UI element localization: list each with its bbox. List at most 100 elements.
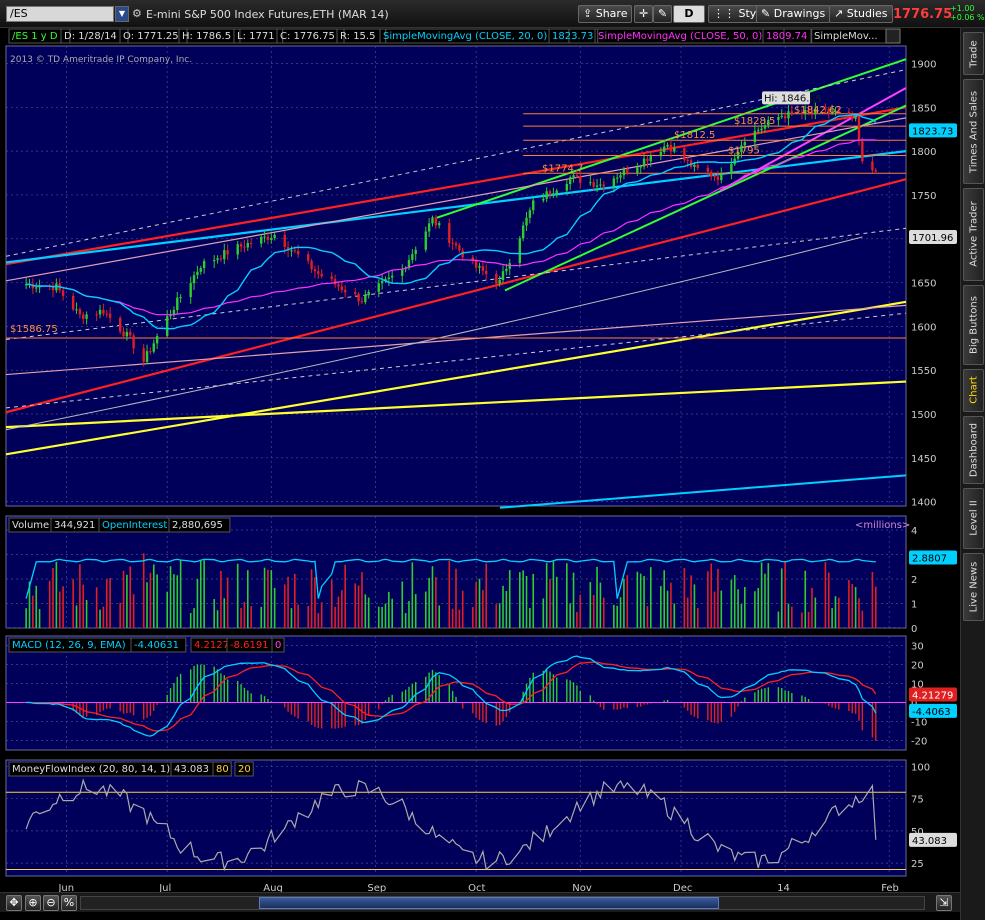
y-tick-label: 1 <box>911 600 917 611</box>
candle-body <box>710 171 713 177</box>
candle-body <box>343 290 347 293</box>
candle-body <box>552 193 555 195</box>
tab-live-news[interactable]: Live News <box>963 553 984 621</box>
header-text: SimpleMovingAvg (CLOSE, 20, 0) <box>383 31 547 42</box>
drag-icon[interactable]: ✥ <box>6 895 22 911</box>
candle-body <box>498 280 501 284</box>
candle-body <box>757 130 760 132</box>
gear-icon[interactable]: ⚙ <box>132 7 144 21</box>
tab-times-and-sales[interactable]: Times And Sales <box>963 79 984 184</box>
candle-body <box>213 259 216 262</box>
candle-body <box>753 130 757 143</box>
candle-body <box>414 249 417 255</box>
candle-body <box>145 351 149 362</box>
panel-background <box>5 45 907 507</box>
candle-body <box>333 278 337 285</box>
y-tick-label: 0 <box>911 624 917 635</box>
candle-body <box>696 164 699 168</box>
candle-body <box>387 277 391 280</box>
candle-body <box>431 217 434 224</box>
candle-body <box>243 246 246 248</box>
candle-body <box>216 258 219 260</box>
candle-body <box>542 198 545 201</box>
y-tick-label: 2 <box>911 575 917 586</box>
toolbar: /ES ▼ ⚙ E-mini S&P 500 Index Futures,ETH… <box>0 0 985 28</box>
symbol-dropdown-icon[interactable]: ▼ <box>115 6 129 22</box>
candle-body <box>390 275 394 278</box>
candle-body <box>642 158 646 167</box>
studies-label: Studies <box>846 7 888 20</box>
percent-icon[interactable]: % <box>61 895 77 911</box>
candle-body <box>568 177 572 185</box>
zoom-in-icon[interactable]: ⊕ <box>25 895 41 911</box>
time-scrollbar[interactable] <box>80 896 925 910</box>
header-text: OpenInterest <box>102 520 167 531</box>
header-text: MACD (12, 26, 9, EMA) <box>12 640 126 651</box>
period-button[interactable]: D <box>673 5 705 23</box>
symbol-input[interactable]: /ES <box>6 6 114 22</box>
candle-body <box>364 295 367 303</box>
tab-big-buttons[interactable]: Big Buttons <box>963 284 984 365</box>
candle-body <box>152 343 155 352</box>
tab-label: Dashboard <box>968 422 979 477</box>
right-tab-rail: Trade Times And Sales Active Trader Big But… <box>960 28 985 920</box>
x-tick-label: Jun <box>57 883 74 892</box>
macd-avg-badge: 4.21279 <box>912 691 953 702</box>
tab-dashboard[interactable]: Dashboard <box>963 415 984 484</box>
maximize-icon <box>885 28 901 44</box>
chart-svg[interactable]: Jun Jul Aug Sep Oct Nov Dec 14 Feb19001850180017… <box>0 28 960 894</box>
scrollbar-thumb[interactable] <box>259 897 719 909</box>
pencil-icon[interactable]: ✎ <box>653 5 673 23</box>
tab-level-ii[interactable]: Level II <box>963 487 984 550</box>
candle-body <box>545 191 548 199</box>
candle-body <box>780 115 783 118</box>
candle-body <box>340 286 344 291</box>
candle-body <box>354 292 357 294</box>
expand-icon[interactable]: ⇲ <box>936 895 952 911</box>
zoom-out-icon[interactable]: ⊖ <box>43 895 59 911</box>
sma200-badge: 1701.96 <box>912 233 953 244</box>
candle-body <box>202 261 206 269</box>
header-text: C: 1776.75 <box>280 31 335 42</box>
y-tick-label: 1500 <box>911 410 936 421</box>
candle-body <box>485 270 488 275</box>
macd-value-badge: -4.4063 <box>912 707 951 718</box>
y-tick-label: 1550 <box>911 366 936 377</box>
candle-body <box>595 185 599 187</box>
candle-body <box>263 236 266 238</box>
tab-active-trader[interactable]: Active Trader <box>963 188 984 281</box>
candle-body <box>307 254 310 261</box>
level-label: $1842.62 <box>794 105 842 116</box>
tab-chart[interactable]: Chart <box>963 368 984 412</box>
crosshair-icon[interactable]: ✛ <box>634 5 654 23</box>
drawings-button[interactable]: ✎ Drawings <box>756 5 831 23</box>
candle-body <box>474 260 478 268</box>
candle-body <box>75 309 78 311</box>
candle-body <box>239 244 243 247</box>
candle-body <box>424 231 427 250</box>
candle-body <box>495 274 498 284</box>
header-text: MoneyFlowIndex (20, 80, 14, 1) <box>12 764 170 775</box>
candle-body <box>122 331 125 337</box>
tab-trade[interactable]: Trade <box>963 32 984 75</box>
header-text: R: 15.5 <box>340 31 375 42</box>
candle-body <box>226 250 229 255</box>
candle-body <box>589 182 592 184</box>
candle-body <box>555 190 558 194</box>
candle-body <box>847 111 851 115</box>
y-tick-label: 25 <box>911 859 924 870</box>
chart-area[interactable]: Jun Jul Aug Sep Oct Nov Dec 14 Feb 1900 1850 1800 17… <box>0 28 960 894</box>
candle-body <box>189 283 192 298</box>
share-icon: ⇪ <box>583 7 596 20</box>
y-tick-label: 1850 <box>911 103 936 114</box>
candle-body <box>310 260 313 270</box>
candle-body <box>438 223 441 226</box>
candle-body <box>669 144 673 152</box>
mfi-badge: 43.083 <box>912 836 947 847</box>
candle-body <box>619 175 622 178</box>
studies-button[interactable]: ↗ Studies <box>829 5 893 23</box>
candle-body <box>98 309 102 315</box>
candle-body <box>85 314 88 319</box>
share-button[interactable]: ⇪ Share <box>578 5 633 23</box>
candle-body <box>528 210 532 218</box>
